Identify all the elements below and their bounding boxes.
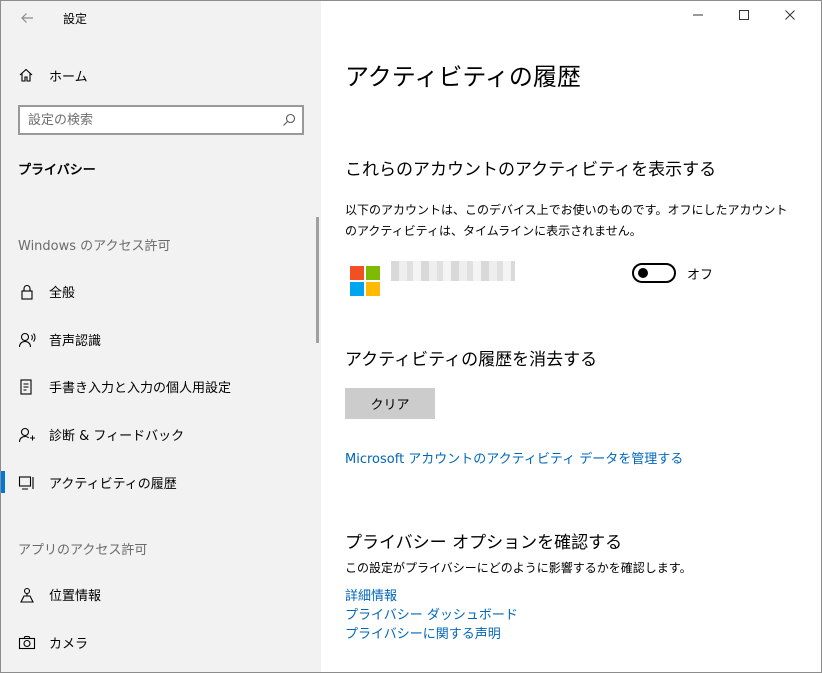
inking-icon [20, 379, 32, 395]
back-arrow-icon [21, 13, 33, 23]
microsoft-logo-icon [350, 266, 380, 296]
sidebar-item-label: 診断 & フィードバック [49, 429, 185, 444]
speech-icon [18, 332, 36, 348]
clear-button[interactable]: クリア [345, 388, 435, 419]
sidebar-item-general[interactable]: 全般 [1, 273, 319, 309]
accounts-heading: これらのアカウントのアクティビティを表示する [345, 160, 717, 180]
privacy-options-heading: プライバシー オプションを確認する [345, 533, 623, 553]
group-heading-windows: Windows のアクセス許可 [18, 239, 171, 254]
sidebar-item-inking[interactable]: 手書き入力と入力の個人用設定 [1, 368, 319, 404]
toggle-state-label: オフ [687, 268, 714, 283]
privacy-dashboard-link[interactable]: プライバシー ダッシュボード [345, 604, 518, 623]
sidebar-scrollbar[interactable] [316, 217, 319, 343]
location-icon [20, 587, 34, 603]
window-controls [671, 1, 821, 35]
sidebar-item-camera[interactable]: カメラ [1, 624, 319, 660]
manage-activity-link[interactable]: Microsoft アカウントのアクティビティ データを管理する [345, 448, 683, 467]
home-icon [19, 68, 33, 82]
page-title: アクティビティの履歴 [345, 63, 581, 91]
sidebar-item-speech[interactable]: 音声認識 [1, 321, 319, 357]
camera-icon [18, 636, 36, 650]
maximize-button[interactable] [721, 1, 767, 35]
feedback-icon [18, 427, 35, 443]
settings-window: 設定 ホーム プライバシー Windows のアクセス許可 全般 [0, 0, 822, 673]
sidebar-item-location[interactable]: 位置情報 [1, 576, 319, 612]
clear-heading: アクティビティの履歴を消去する [345, 350, 598, 370]
content-pane: アクティビティの履歴 これらのアカウントのアクティビティを表示する 以下のアカウ… [321, 1, 821, 672]
activity-history-icon [18, 476, 34, 490]
close-icon [785, 10, 795, 20]
accounts-description: 以下のアカウントは、このデバイス上でお使いのものです。オフにしたアカウントのアク… [345, 203, 788, 238]
search-icon[interactable] [282, 113, 296, 127]
back-button[interactable] [16, 7, 38, 29]
privacy-statement-link[interactable]: プライバシーに関する声明 [345, 623, 501, 642]
title-bar: 設定 [1, 1, 321, 35]
home-nav-item[interactable]: ホーム [1, 59, 321, 91]
section-title: プライバシー [18, 163, 96, 178]
sidebar-item-label: 全般 [49, 286, 76, 301]
minimize-button[interactable] [675, 1, 721, 35]
close-button[interactable] [767, 1, 813, 35]
sidebar-item-label: 音声認識 [49, 334, 102, 349]
account-email-redacted [391, 261, 515, 281]
group-heading-apps: アプリのアクセス許可 [18, 543, 148, 558]
minimize-icon [693, 14, 703, 16]
sidebar-item-activity-history[interactable]: アクティビティの履歴 [1, 464, 319, 500]
account-activity-toggle[interactable] [632, 263, 676, 283]
sidebar-item-label: 位置情報 [49, 589, 102, 604]
search-box[interactable] [18, 105, 304, 135]
selection-indicator [1, 471, 5, 493]
sidebar-item-label: 手書き入力と入力の個人用設定 [49, 381, 232, 396]
toggle-knob [638, 268, 648, 278]
home-label: ホーム [49, 70, 88, 85]
sidebar-item-label: アクティビティの履歴 [49, 477, 177, 492]
learn-more-link[interactable]: 詳細情報 [345, 585, 397, 604]
sidebar-item-diagnostics[interactable]: 診断 & フィードバック [1, 416, 319, 452]
lock-icon [21, 285, 33, 300]
privacy-description: この設定がプライバシーにどのように影響するかを確認します。 [345, 561, 692, 575]
maximize-icon [739, 10, 749, 20]
sidebar: 設定 ホーム プライバシー Windows のアクセス許可 全般 [1, 1, 321, 672]
search-input[interactable] [28, 111, 268, 129]
sidebar-item-label: カメラ [49, 637, 89, 652]
app-title: 設定 [63, 12, 88, 26]
